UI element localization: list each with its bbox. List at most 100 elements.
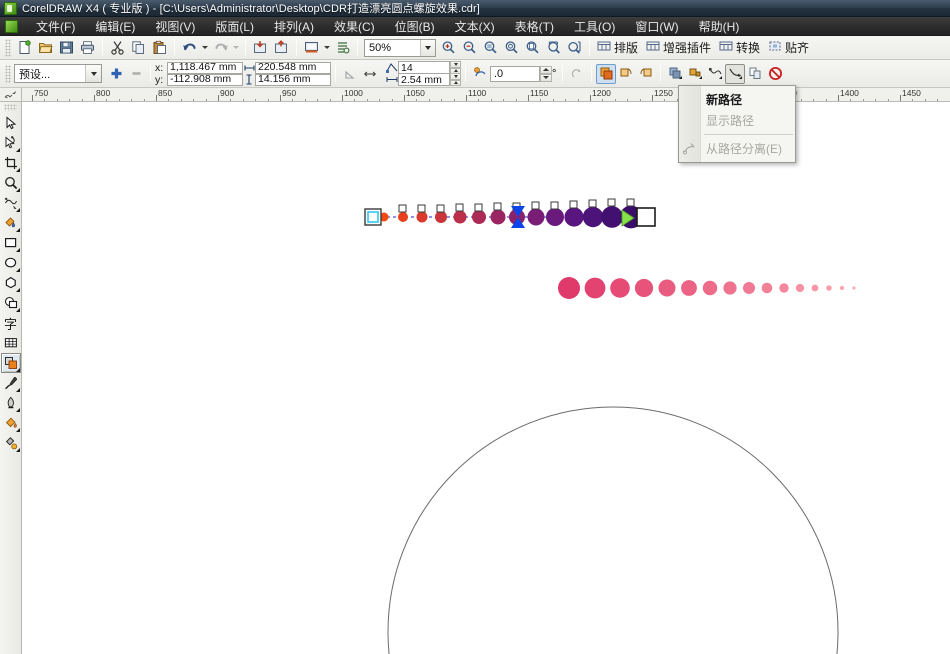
menu-view[interactable]: 视图(V) [145, 16, 205, 37]
options-icon[interactable] [332, 38, 353, 58]
undo-icon[interactable] [179, 38, 200, 58]
plugin-snap-button[interactable]: 贴齐 [765, 38, 814, 58]
y-position-input[interactable]: -112.908 mm [167, 74, 243, 86]
zoom-tool-icon[interactable] [1, 173, 21, 193]
text-tool-icon[interactable]: 字 [1, 313, 21, 333]
plugin-paiban-button[interactable]: 排版 [594, 38, 643, 58]
document-icon[interactable] [5, 20, 18, 33]
rotation-spin-up[interactable] [540, 66, 552, 74]
eyedropper-tool-icon[interactable] [1, 373, 21, 393]
zoom-page-height-icon[interactable] [564, 38, 585, 58]
flyout-arrow-icon[interactable] [16, 288, 20, 292]
cut-icon[interactable] [107, 38, 128, 58]
plugin-enhance-button[interactable]: 增强插件 [643, 38, 716, 58]
menu-file[interactable]: 文件(F) [26, 16, 85, 37]
flyout-arrow-icon[interactable] [16, 428, 20, 432]
add-preset-button[interactable] [106, 64, 126, 84]
interactive-fill-tool-icon[interactable] [1, 433, 21, 453]
flyout-arrow-icon[interactable] [16, 308, 20, 312]
scale-factor-icon[interactable] [340, 64, 360, 84]
spacing-spin-up[interactable] [450, 80, 461, 87]
rotation-spin-down[interactable] [540, 74, 552, 82]
horizontal-ruler[interactable]: 7508008509009501000105011001150120012501… [22, 88, 950, 102]
chevron-down-icon[interactable] [85, 65, 101, 82]
table-tool-icon[interactable] [1, 333, 21, 353]
counterclockwise-blend-icon[interactable] [636, 64, 656, 84]
zoom-level-combo[interactable]: 50% [364, 39, 436, 57]
import-icon[interactable] [250, 38, 271, 58]
pick-tool-icon[interactable] [1, 113, 21, 133]
flyout-arrow-icon[interactable] [16, 148, 20, 152]
loop-blend-icon[interactable] [567, 64, 587, 84]
flyout-arrow-icon[interactable] [16, 228, 20, 232]
smart-fill-tool-icon[interactable] [1, 213, 21, 233]
undo-dropdown-arrow[interactable] [200, 38, 210, 58]
popup-item-new-path[interactable]: 新路径 [679, 89, 795, 110]
menu-tools[interactable]: 工具(O) [564, 16, 625, 37]
x-position-input[interactable]: 1,118.467 mm [167, 62, 243, 74]
flyout-arrow-icon[interactable] [16, 188, 20, 192]
object-width-input[interactable]: 220.548 mm [255, 62, 331, 74]
export-icon[interactable] [271, 38, 292, 58]
rectangle-tool-icon[interactable] [1, 233, 21, 253]
blend-end-handle[interactable] [637, 208, 655, 226]
drawing-canvas[interactable] [22, 102, 950, 654]
remove-preset-button[interactable] [126, 64, 146, 84]
fill-tool-icon[interactable] [1, 413, 21, 433]
object-acceleration-icon[interactable] [665, 64, 685, 84]
flyout-arrow-icon[interactable] [16, 208, 20, 212]
save-icon[interactable] [56, 38, 77, 58]
accelerate-sizing-icon[interactable] [685, 64, 705, 84]
flyout-arrow-icon[interactable] [16, 248, 20, 252]
ellipse-tool-icon[interactable] [1, 253, 21, 273]
menu-help[interactable]: 帮助(H) [689, 16, 750, 37]
copy-blend-properties-icon[interactable] [745, 64, 765, 84]
zoom-to-page-icon[interactable] [522, 38, 543, 58]
toolbox-grip[interactable] [4, 104, 17, 111]
chevron-down-icon[interactable] [420, 40, 435, 56]
blend-tool-icon[interactable] [1, 353, 21, 373]
shape-tool-icon[interactable] [1, 133, 21, 153]
popup-item-show-path[interactable]: 显示路径 [679, 110, 795, 131]
mirror-horizontal-icon[interactable] [360, 64, 380, 84]
zoom-page-width-icon[interactable] [543, 38, 564, 58]
launch-dropdown-arrow[interactable] [322, 38, 332, 58]
blend-spacing-spinner[interactable]: 2.54 mm [398, 73, 461, 86]
flyout-arrow-icon[interactable] [16, 408, 20, 412]
menu-table[interactable]: 表格(T) [505, 16, 564, 37]
blend-direction-icon[interactable] [470, 64, 490, 84]
popup-item-detach-path[interactable]: 从路径分离(E) [679, 138, 795, 159]
clockwise-blend-icon[interactable] [616, 64, 636, 84]
new-document-icon[interactable] [14, 38, 35, 58]
basic-shapes-tool-icon[interactable] [1, 293, 21, 313]
polygon-tool-icon[interactable] [1, 273, 21, 293]
rotation-spinner[interactable] [540, 66, 552, 82]
blend-spacing-value[interactable]: 2.54 mm [398, 73, 450, 86]
menu-effects[interactable]: 效果(C) [324, 16, 385, 37]
menu-arrange[interactable]: 排列(A) [264, 16, 324, 37]
zoom-out-icon[interactable] [459, 38, 480, 58]
circle-outline-object[interactable] [388, 407, 838, 654]
zoom-all-objects-icon[interactable] [480, 38, 501, 58]
toolbar-grip[interactable] [5, 39, 11, 57]
paste-icon[interactable] [149, 38, 170, 58]
pink-blend-object[interactable] [558, 277, 856, 299]
outline-tool-icon[interactable] [1, 393, 21, 413]
launch-app-icon[interactable] [301, 38, 322, 58]
propertybar-grip[interactable] [5, 65, 11, 83]
object-height-input[interactable]: 14.156 mm [255, 74, 331, 86]
blend-start-handle[interactable] [365, 209, 381, 225]
zoom-selected-icon[interactable] [501, 38, 522, 58]
direct-blend-icon[interactable] [596, 64, 616, 84]
blend-group-object[interactable] [365, 199, 655, 228]
flyout-arrow-icon[interactable] [16, 388, 20, 392]
blend-rotation-input[interactable]: .0 [490, 66, 540, 82]
menu-layout[interactable]: 版面(L) [205, 16, 264, 37]
copy-icon[interactable] [128, 38, 149, 58]
freehand-tool-icon[interactable] [1, 193, 21, 213]
flyout-arrow-icon[interactable] [16, 368, 20, 372]
redo-dropdown-arrow[interactable] [231, 38, 241, 58]
redo-icon[interactable] [210, 38, 231, 58]
menu-text[interactable]: 文本(X) [445, 16, 505, 37]
start-end-properties-icon[interactable] [705, 64, 725, 84]
